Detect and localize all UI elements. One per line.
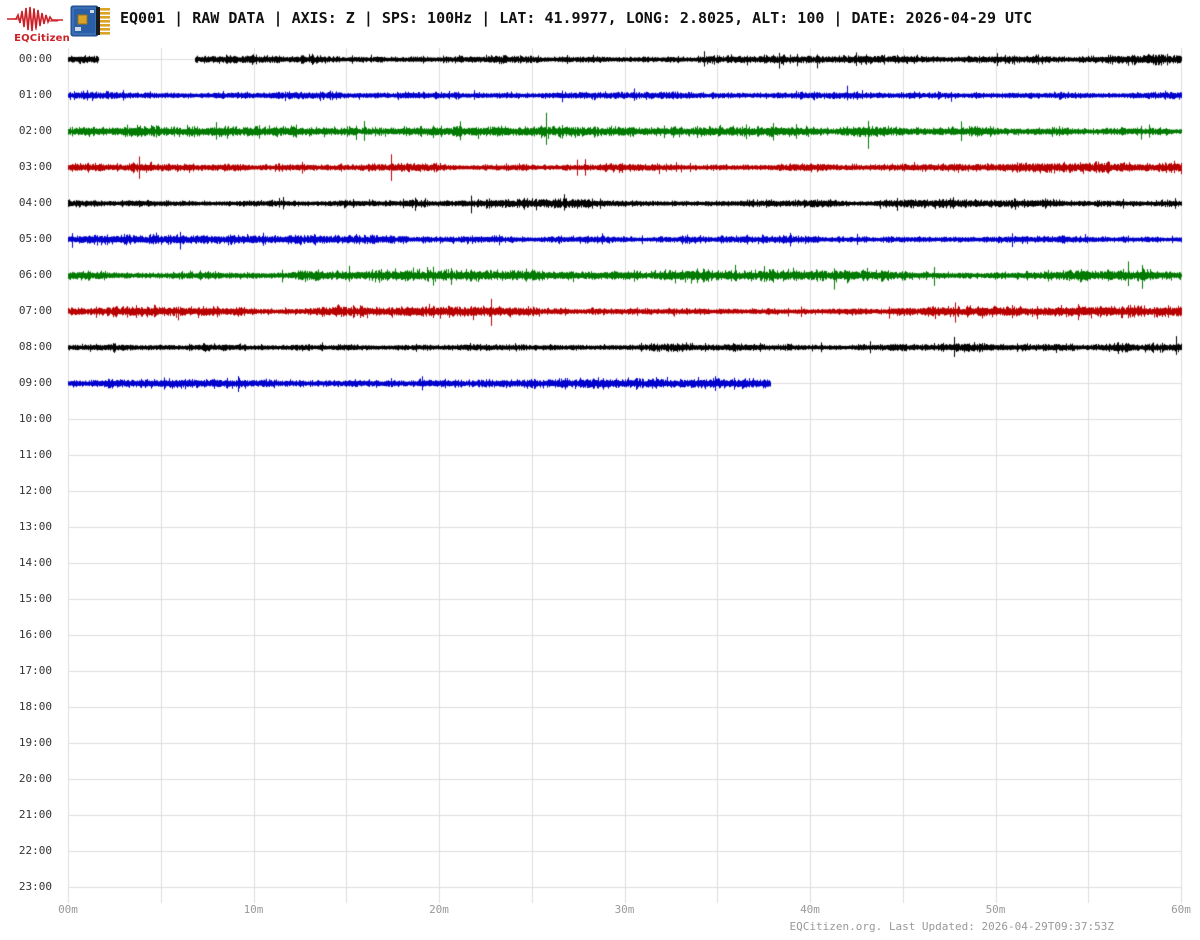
hour-label: 20:00 [6,773,52,785]
hour-label: 17:00 [6,665,52,677]
minute-tick-label: 40m [800,903,820,916]
hour-label: 10:00 [6,413,52,425]
minute-tick-label: 20m [429,903,449,916]
minute-tick-label: 50m [986,903,1006,916]
hour-label: 01:00 [6,89,52,101]
hour-label: 12:00 [6,485,52,497]
hour-label: 05:00 [6,233,52,245]
hour-label: 00:00 [6,53,52,65]
hour-label: 18:00 [6,701,52,713]
hour-label: 08:00 [6,341,52,353]
hour-label: 15:00 [6,593,52,605]
hour-label: 11:00 [6,449,52,461]
minute-tick-label: 00m [58,903,78,916]
hour-label: 04:00 [6,197,52,209]
hour-label: 13:00 [6,521,52,533]
minute-tick-label: 60m [1171,903,1191,916]
helicorder-plot [0,0,1200,940]
minute-tick-label: 10m [244,903,264,916]
hour-label: 23:00 [6,881,52,893]
last-updated-text: EQCitizen.org. Last Updated: 2026-04-29T… [789,920,1114,933]
hour-label: 21:00 [6,809,52,821]
hour-label: 03:00 [6,161,52,173]
hour-label: 02:00 [6,125,52,137]
hour-label: 19:00 [6,737,52,749]
hour-label: 14:00 [6,557,52,569]
hour-label: 16:00 [6,629,52,641]
hour-label: 06:00 [6,269,52,281]
hour-label: 22:00 [6,845,52,857]
hour-label: 07:00 [6,305,52,317]
minute-tick-label: 30m [615,903,635,916]
hour-label: 09:00 [6,377,52,389]
